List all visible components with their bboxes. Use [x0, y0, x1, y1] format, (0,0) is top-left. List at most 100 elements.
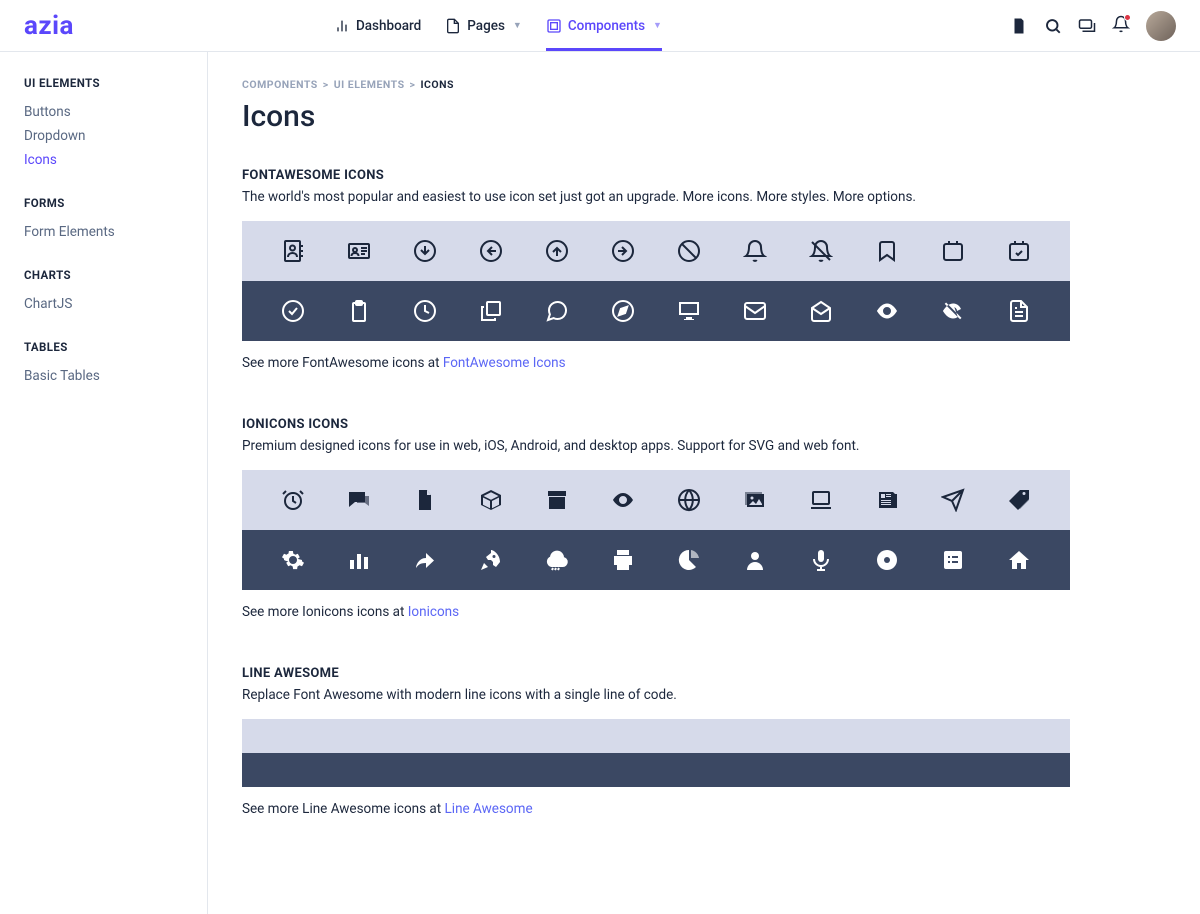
sidebar-item-dropdown[interactable]: Dropdown	[24, 124, 207, 148]
cube-icon	[479, 488, 503, 512]
archive-icon	[545, 488, 569, 512]
sidebar-item-chartjs[interactable]: ChartJS	[24, 292, 207, 316]
settings-icon	[281, 548, 305, 572]
logo[interactable]: azia	[24, 11, 74, 41]
pricetags-icon	[1007, 488, 1031, 512]
content: COMPONENTS>UI ELEMENTS>ICONS Icons FONTA…	[208, 52, 1200, 914]
stats-icon	[347, 548, 371, 572]
la-icons-row-1	[242, 719, 1070, 753]
link-lineawesome[interactable]: Line Awesome	[445, 801, 533, 817]
clock-icon	[413, 299, 437, 323]
section-title-la: LINE AWESOME	[242, 666, 1070, 681]
arrow-right-circle-icon	[611, 239, 635, 263]
sidebar: UI ELEMENTS Buttons Dropdown Icons FORMS…	[0, 52, 208, 914]
ban-icon	[677, 239, 701, 263]
arrow-up-circle-icon	[545, 239, 569, 263]
mic-icon	[809, 548, 833, 572]
sidebar-head-forms: FORMS	[24, 196, 207, 210]
breadcrumb: COMPONENTS>UI ELEMENTS>ICONS	[242, 78, 1070, 91]
chevron-down-icon: ▼	[513, 20, 522, 31]
cloud-rain-icon	[545, 548, 569, 572]
la-icons-container	[242, 719, 1070, 787]
person-icon	[743, 548, 767, 572]
nav-pages[interactable]: Pages ▼	[445, 0, 522, 51]
file-alt-icon	[1007, 299, 1031, 323]
link-ionicons[interactable]: Ionicons	[408, 604, 459, 620]
arrow-down-circle-icon	[413, 239, 437, 263]
section-desc-fa: The world's most popular and easiest to …	[242, 189, 1070, 205]
calendar-icon	[941, 239, 965, 263]
ion-icons-container	[242, 470, 1070, 590]
search-icon[interactable]	[1044, 17, 1062, 35]
pie-chart-icon	[677, 548, 701, 572]
print-icon	[611, 548, 635, 572]
bookmark-icon	[875, 239, 899, 263]
alarm-icon	[281, 488, 305, 512]
arrow-left-circle-icon	[479, 239, 503, 263]
eye-filled-icon	[611, 488, 635, 512]
address-book-icon	[281, 239, 305, 263]
la-icons-row-2	[242, 753, 1070, 787]
nav-dashboard[interactable]: Dashboard	[334, 0, 421, 51]
check-circle-icon	[281, 299, 305, 323]
sidebar-item-basic-tables[interactable]: Basic Tables	[24, 364, 207, 388]
address-card-icon	[347, 239, 371, 263]
topbar: azia Dashboard Pages ▼ Components ▼	[0, 0, 1200, 52]
envelope-icon	[743, 299, 767, 323]
ion-icons-row-2	[242, 530, 1070, 590]
home-icon	[1007, 548, 1031, 572]
nav-components[interactable]: Components ▼	[546, 0, 662, 51]
notification-dot	[1124, 14, 1131, 21]
sidebar-item-form-elements[interactable]: Form Elements	[24, 220, 207, 244]
share-icon	[413, 548, 437, 572]
crumb-components[interactable]: COMPONENTS	[242, 78, 318, 91]
images-icon	[743, 488, 767, 512]
fa-icons-row-1	[242, 221, 1070, 281]
section-desc-ion: Premium designed icons for use in web, i…	[242, 438, 1070, 454]
desktop-icon	[677, 299, 701, 323]
page-title: Icons	[242, 99, 1070, 134]
rocket-icon	[479, 548, 503, 572]
clipboard-icon	[347, 299, 371, 323]
fa-icons-container	[242, 221, 1070, 341]
bell-slash-icon	[809, 239, 833, 263]
avatar[interactable]	[1146, 11, 1176, 41]
section-title-fa: FONTAWESOME ICONS	[242, 168, 1070, 183]
chevron-down-icon: ▼	[653, 20, 662, 31]
document-filled-icon	[413, 488, 437, 512]
seemore-fa: See more FontAwesome icons at FontAwesom…	[242, 355, 1070, 371]
newspaper-icon	[875, 488, 899, 512]
notifications-button[interactable]	[1112, 15, 1130, 37]
section-desc-la: Replace Font Awesome with modern line ic…	[242, 687, 1070, 703]
link-fontawesome[interactable]: FontAwesome Icons	[443, 355, 566, 371]
messages-icon[interactable]	[1078, 17, 1096, 35]
globe-icon	[677, 488, 701, 512]
topnav: Dashboard Pages ▼ Components ▼	[334, 0, 662, 51]
chart-icon	[334, 18, 350, 34]
paper-plane-icon	[941, 488, 965, 512]
eye-icon	[875, 299, 899, 323]
sidebar-head-tables: TABLES	[24, 340, 207, 354]
ion-icons-row-1	[242, 470, 1070, 530]
document-icon[interactable]	[1010, 17, 1028, 35]
sidebar-item-buttons[interactable]: Buttons	[24, 100, 207, 124]
sidebar-head-ui: UI ELEMENTS	[24, 76, 207, 90]
package-icon	[546, 18, 562, 34]
chat-filled-icon	[347, 488, 371, 512]
fa-icons-row-2	[242, 281, 1070, 341]
envelope-open-icon	[809, 299, 833, 323]
seemore-ion: See more Ionicons icons at Ionicons	[242, 604, 1070, 620]
compass-icon	[611, 299, 635, 323]
bell-icon	[743, 239, 767, 263]
topbar-right	[1010, 11, 1176, 41]
seemore-la: See more Line Awesome icons at Line Awes…	[242, 801, 1070, 817]
list-box-icon	[941, 548, 965, 572]
sidebar-item-icons[interactable]: Icons	[24, 148, 207, 172]
clone-icon	[479, 299, 503, 323]
disc-icon	[875, 548, 899, 572]
eye-slash-icon	[941, 299, 965, 323]
crumb-icons: ICONS	[420, 78, 454, 91]
calendar-check-icon	[1007, 239, 1031, 263]
laptop-icon	[809, 488, 833, 512]
crumb-ui-elements[interactable]: UI ELEMENTS	[334, 78, 405, 91]
